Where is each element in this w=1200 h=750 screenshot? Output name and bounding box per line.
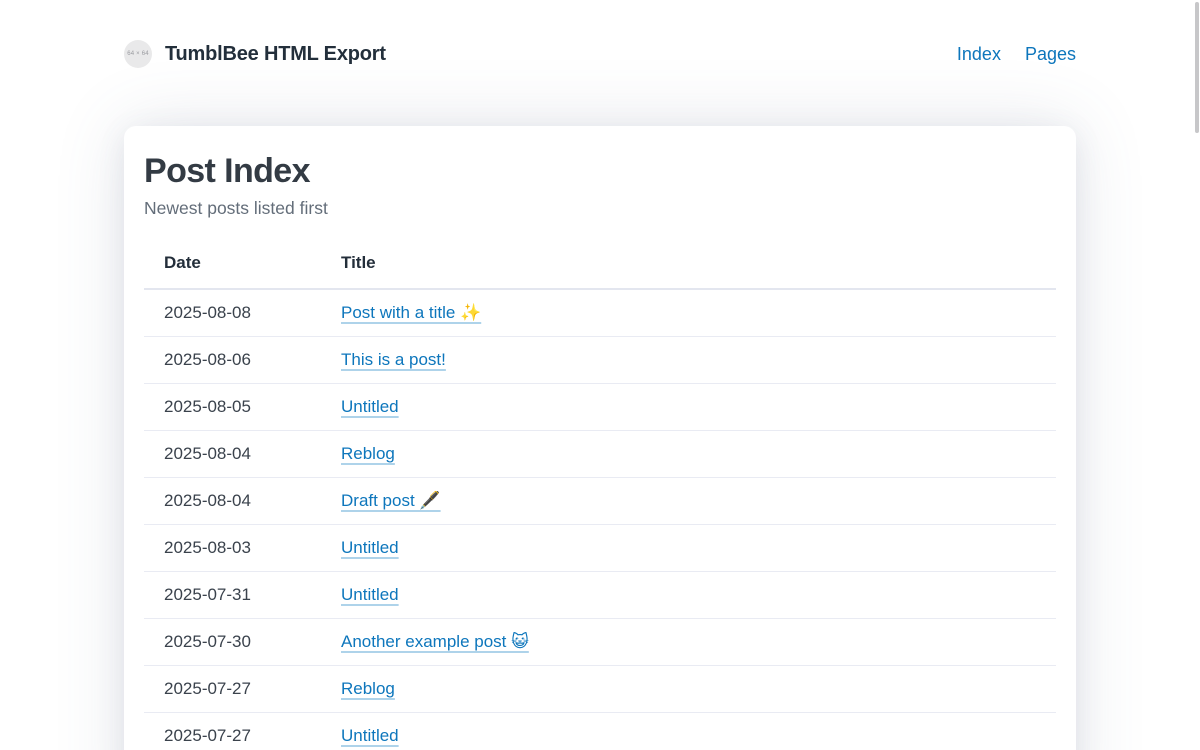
post-table-body: 2025-08-08 Post with a title ✨ 2025-08-06 T… xyxy=(144,289,1056,750)
post-link[interactable]: Untitled xyxy=(341,726,399,745)
post-date: 2025-07-27 xyxy=(144,712,321,750)
table-row: 2025-07-27 Reblog xyxy=(144,665,1056,714)
post-link[interactable]: Reblog xyxy=(341,679,395,698)
post-date: 2025-07-30 xyxy=(144,618,321,667)
post-title-cell: Another example post 😺 xyxy=(321,618,1056,667)
post-title-cell: Untitled xyxy=(321,383,1056,432)
post-title-cell: Untitled xyxy=(321,712,1056,750)
table-row: 2025-08-05 Untitled xyxy=(144,383,1056,432)
header-brand: 64 × 64 TumblBee HTML Export xyxy=(124,40,386,68)
table-row: 2025-07-30 Another example post 😺 xyxy=(144,618,1056,667)
post-date: 2025-08-03 xyxy=(144,524,321,573)
post-title-cell: Post with a title ✨ xyxy=(321,289,1056,338)
post-table: Date Title 2025-08-08 Post with a title ✨… xyxy=(144,241,1056,750)
post-title-cell: Untitled xyxy=(321,571,1056,620)
avatar-placeholder-label: 64 × 64 xyxy=(127,51,149,57)
table-row: 2025-08-08 Post with a title ✨ xyxy=(144,289,1056,338)
post-date: 2025-08-08 xyxy=(144,289,321,338)
post-link[interactable]: Draft post 🖋️ xyxy=(341,491,441,510)
table-row: 2025-07-31 Untitled xyxy=(144,571,1056,620)
post-date: 2025-08-04 xyxy=(144,477,321,526)
page-title: Post Index xyxy=(144,152,311,190)
post-link[interactable]: This is a post! xyxy=(341,350,446,369)
page-container: 64 × 64 TumblBee HTML Export Index Pages… xyxy=(124,0,1076,750)
post-link[interactable]: Post with a title ✨ xyxy=(341,303,481,322)
page-subtitle: Newest posts listed first xyxy=(144,198,328,219)
post-link[interactable]: Another example post 😺 xyxy=(341,632,529,651)
post-date: 2025-08-05 xyxy=(144,383,321,432)
post-title-cell: Reblog xyxy=(321,430,1056,479)
post-title-cell: This is a post! xyxy=(321,336,1056,385)
table-row: 2025-08-04 Draft post 🖋️ xyxy=(144,477,1056,526)
table-row: 2025-08-04 Reblog xyxy=(144,430,1056,479)
post-date: 2025-07-27 xyxy=(144,665,321,714)
site-header: 64 × 64 TumblBee HTML Export Index Pages xyxy=(124,0,1076,68)
nav-link-pages[interactable]: Pages xyxy=(1025,44,1076,65)
post-link[interactable]: Untitled xyxy=(341,397,399,416)
post-table-header: Date Title xyxy=(144,241,1056,291)
post-index-card: Post Index Newest posts listed first Dat… xyxy=(124,126,1076,750)
table-row: 2025-08-06 This is a post! xyxy=(144,336,1056,385)
post-date: 2025-08-04 xyxy=(144,430,321,479)
column-header-title: Title xyxy=(321,241,1056,291)
post-title-cell: Reblog xyxy=(321,665,1056,714)
post-title-cell: Draft post 🖋️ xyxy=(321,477,1056,526)
site-title: TumblBee HTML Export xyxy=(165,42,386,65)
post-date: 2025-08-06 xyxy=(144,336,321,385)
table-row: 2025-07-27 Untitled xyxy=(144,712,1056,750)
table-row: 2025-08-03 Untitled xyxy=(144,524,1056,573)
avatar: 64 × 64 xyxy=(124,40,152,68)
column-header-date: Date xyxy=(144,241,321,291)
scrollbar-thumb[interactable] xyxy=(1195,2,1199,133)
nav-link-index[interactable]: Index xyxy=(957,44,1001,65)
header-nav: Index Pages xyxy=(957,44,1076,65)
post-link[interactable]: Untitled xyxy=(341,538,399,557)
post-link[interactable]: Untitled xyxy=(341,585,399,604)
post-link[interactable]: Reblog xyxy=(341,444,395,463)
header-row: Date Title xyxy=(144,241,1056,291)
post-title-cell: Untitled xyxy=(321,524,1056,573)
post-date: 2025-07-31 xyxy=(144,571,321,620)
